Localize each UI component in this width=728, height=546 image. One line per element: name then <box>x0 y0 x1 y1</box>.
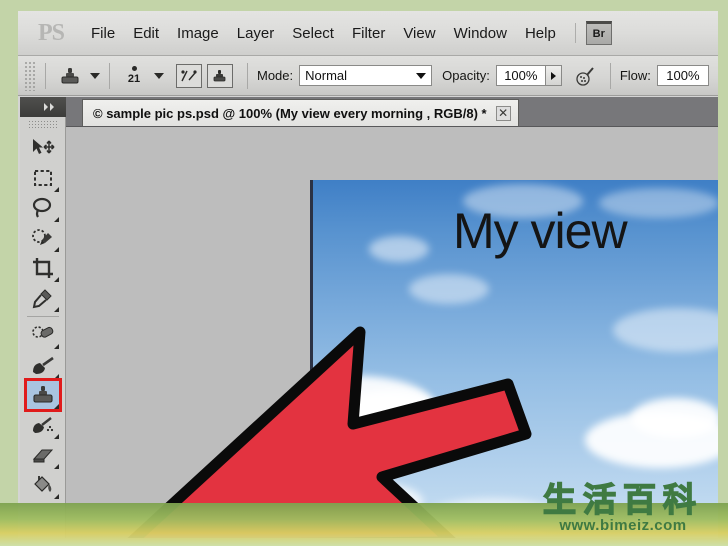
tools-panel-grip[interactable] <box>27 120 58 129</box>
cloud-shape <box>409 274 489 304</box>
tools-panel <box>20 97 66 538</box>
tools-panel-header[interactable] <box>20 97 66 117</box>
blend-mode-value: Normal <box>305 68 348 83</box>
flyout-corner-icon <box>54 404 59 409</box>
sidebar-item-quick-selection-tool[interactable] <box>26 223 60 253</box>
brush-dot-icon <box>131 66 137 71</box>
flyout-corner-icon <box>54 247 59 252</box>
opacity-value: 100% <box>504 68 538 83</box>
brush-preset-chevron-down-icon[interactable] <box>154 72 164 79</box>
airbrush-icon[interactable] <box>571 62 601 90</box>
sidebar-item-move-tool[interactable] <box>26 133 60 163</box>
menu-item-edit[interactable]: Edit <box>124 21 168 46</box>
clone-stamp-icon <box>33 386 53 403</box>
options-divider <box>609 62 611 89</box>
options-bar-grip[interactable] <box>24 60 36 91</box>
opacity-stepper[interactable] <box>545 65 562 86</box>
move-icon <box>33 139 55 154</box>
triangle-right-icon <box>550 71 556 80</box>
bridge-button[interactable]: Br <box>585 21 612 45</box>
sidebar-item-spot-healing-brush-tool[interactable] <box>26 320 60 350</box>
brush-size-value: 21 <box>127 73 141 85</box>
watermark-band <box>0 503 728 546</box>
flyout-corner-icon <box>54 217 59 222</box>
opacity-input[interactable]: 100% <box>495 65 546 86</box>
menu-item-help[interactable]: Help <box>516 21 565 46</box>
paint-bucket-icon <box>34 476 52 492</box>
canvas-area[interactable]: My view <box>66 127 718 538</box>
menu-item-window[interactable]: Window <box>445 21 516 46</box>
screenshot-root: PS File Edit Image Layer Select Filter V… <box>0 0 728 546</box>
photoshop-window: PS File Edit Image Layer Select Filter V… <box>18 11 718 538</box>
sidebar-item-brush-tool[interactable] <box>26 350 60 380</box>
flyout-corner-icon <box>54 374 59 379</box>
brush-panel-icon[interactable] <box>176 63 202 88</box>
chevron-down-icon <box>416 72 427 79</box>
crop-icon <box>33 258 53 278</box>
document-image[interactable]: My view <box>310 180 718 538</box>
eraser-icon <box>32 449 54 463</box>
document-tab-strip: © sample pic ps.psd @ 100% (My view ever… <box>66 97 718 127</box>
menu-item-file[interactable]: File <box>82 21 124 46</box>
sidebar-item-rectangular-marquee-tool[interactable] <box>26 163 60 193</box>
flyout-corner-icon <box>54 494 59 499</box>
document-tab-title: © sample pic ps.psd @ 100% (My view ever… <box>93 105 487 121</box>
quick-selection-icon <box>32 229 52 245</box>
sidebar-item-paint-bucket-tool[interactable] <box>26 470 60 500</box>
healing-brush-icon <box>32 326 54 338</box>
cloud-shape <box>613 308 718 352</box>
menu-item-filter[interactable]: Filter <box>343 21 394 46</box>
flyout-corner-icon <box>54 344 59 349</box>
menu-item-layer[interactable]: Layer <box>228 21 284 46</box>
flow-input[interactable]: 100% <box>656 65 709 86</box>
brush-size-preview[interactable]: 21 <box>119 66 149 85</box>
tool-list <box>20 131 66 500</box>
options-divider <box>247 62 248 89</box>
lasso-icon <box>32 197 52 218</box>
options-divider <box>45 62 46 89</box>
document-tab[interactable]: © sample pic ps.psd @ 100% (My view ever… <box>82 99 519 126</box>
canvas-headline-text: My view <box>453 203 628 259</box>
tool-options-bar: 21 Mode: Normal Opacity: 100% Flow: 100% <box>18 56 718 96</box>
double-chevron-right-icon <box>44 103 54 111</box>
history-brush-icon <box>33 417 54 433</box>
sidebar-item-eyedropper-tool[interactable] <box>26 283 60 313</box>
blend-mode-select[interactable]: Normal <box>299 65 433 86</box>
flow-label: Flow: <box>619 68 651 83</box>
cloud-shape <box>631 398 718 438</box>
clone-source-icon[interactable] <box>207 63 233 88</box>
eyedropper-icon <box>32 289 52 309</box>
sidebar-item-history-brush-tool[interactable] <box>26 410 60 440</box>
flyout-corner-icon <box>54 464 59 469</box>
sidebar-item-lasso-tool[interactable] <box>26 193 60 223</box>
cloud-shape <box>369 236 429 262</box>
menu-item-image[interactable]: Image <box>168 21 228 46</box>
menu-item-view[interactable]: View <box>394 21 444 46</box>
cloud-shape <box>333 390 443 438</box>
menu-item-select[interactable]: Select <box>283 21 343 46</box>
menu-divider <box>574 23 576 43</box>
close-icon[interactable]: ✕ <box>495 105 511 121</box>
tool-preset-chevron-down-icon[interactable] <box>90 72 100 79</box>
marquee-icon <box>34 170 52 186</box>
brush-icon <box>33 356 54 374</box>
menu-bar: PS File Edit Image Layer Select Filter V… <box>18 11 718 56</box>
flyout-corner-icon <box>54 187 59 192</box>
opacity-label: Opacity: <box>442 68 490 83</box>
flyout-corner-icon <box>54 307 59 312</box>
clone-stamp-icon[interactable] <box>55 62 85 90</box>
flyout-corner-icon <box>54 434 59 439</box>
tool-group-divider <box>27 316 59 317</box>
mode-label: Mode: <box>257 68 294 83</box>
flow-value: 100% <box>666 68 700 83</box>
photoshop-logo: PS <box>38 19 65 46</box>
flyout-corner-icon <box>54 277 59 282</box>
sidebar-item-crop-tool[interactable] <box>26 253 60 283</box>
sidebar-item-eraser-tool[interactable] <box>26 440 60 470</box>
sidebar-item-clone-stamp-tool[interactable] <box>24 378 62 412</box>
options-divider <box>109 62 110 89</box>
